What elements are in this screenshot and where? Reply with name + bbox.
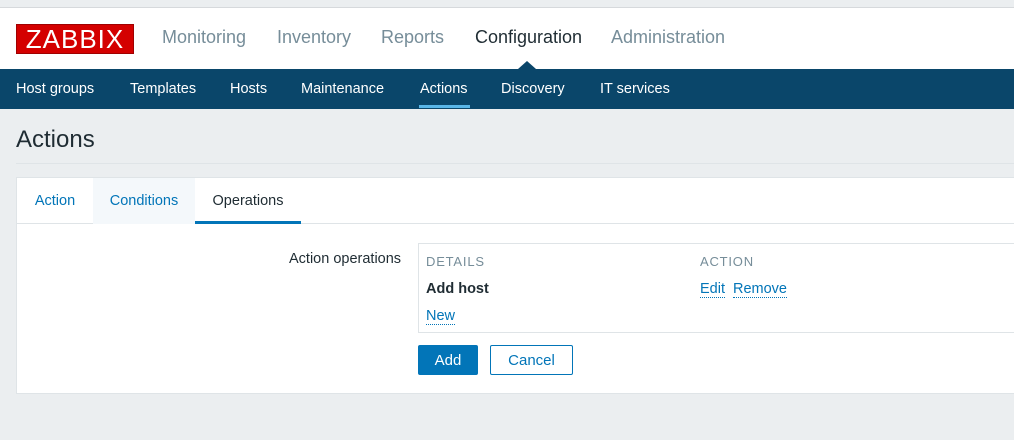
- main-nav-inventory[interactable]: Inventory: [277, 27, 351, 48]
- main-nav-administration[interactable]: Administration: [611, 27, 725, 48]
- cancel-button[interactable]: Cancel: [490, 345, 573, 375]
- sub-nav: Host groups Templates Hosts Maintenance …: [0, 69, 1014, 109]
- column-header-details: DETAILS: [426, 254, 485, 269]
- sub-nav-discovery[interactable]: Discovery: [501, 81, 565, 97]
- column-header-action: ACTION: [700, 254, 754, 269]
- sub-nav-templates[interactable]: Templates: [130, 81, 196, 97]
- sub-nav-actions[interactable]: Actions: [420, 81, 468, 97]
- header: ZABBIX Monitoring Inventory Reports Conf…: [0, 8, 1014, 69]
- top-strip: [0, 0, 1014, 8]
- remove-link[interactable]: Remove: [733, 281, 787, 298]
- new-operation-link[interactable]: New: [426, 308, 456, 325]
- operations-table: DETAILS ACTION Add host Edit Remove New: [418, 243, 1014, 333]
- action-operations-label: Action operations: [289, 251, 402, 267]
- sub-nav-host-groups[interactable]: Host groups: [16, 81, 94, 97]
- tab-bar: Action Conditions Operations: [17, 178, 1014, 224]
- sub-nav-maintenance[interactable]: Maintenance: [301, 81, 384, 97]
- tab-action[interactable]: Action: [17, 178, 93, 224]
- sub-nav-hosts[interactable]: Hosts: [230, 81, 267, 97]
- add-button[interactable]: Add: [418, 345, 478, 375]
- operation-details: Add host: [426, 281, 489, 297]
- tab-operations[interactable]: Operations: [195, 178, 301, 224]
- zabbix-logo[interactable]: ZABBIX: [16, 24, 134, 54]
- main-nav-monitoring[interactable]: Monitoring: [162, 27, 246, 48]
- main-nav-reports[interactable]: Reports: [381, 27, 444, 48]
- active-subnav-underline: [419, 105, 470, 108]
- edit-link[interactable]: Edit: [700, 281, 725, 298]
- active-nav-caret-icon: [518, 61, 536, 69]
- tab-conditions[interactable]: Conditions: [93, 178, 195, 224]
- title-divider: [16, 163, 1014, 164]
- form-panel: Action Conditions Operations Action oper…: [16, 177, 1014, 394]
- sub-nav-it-services[interactable]: IT services: [600, 81, 670, 97]
- page-title: Actions: [16, 126, 95, 153]
- main-nav-configuration[interactable]: Configuration: [475, 27, 582, 48]
